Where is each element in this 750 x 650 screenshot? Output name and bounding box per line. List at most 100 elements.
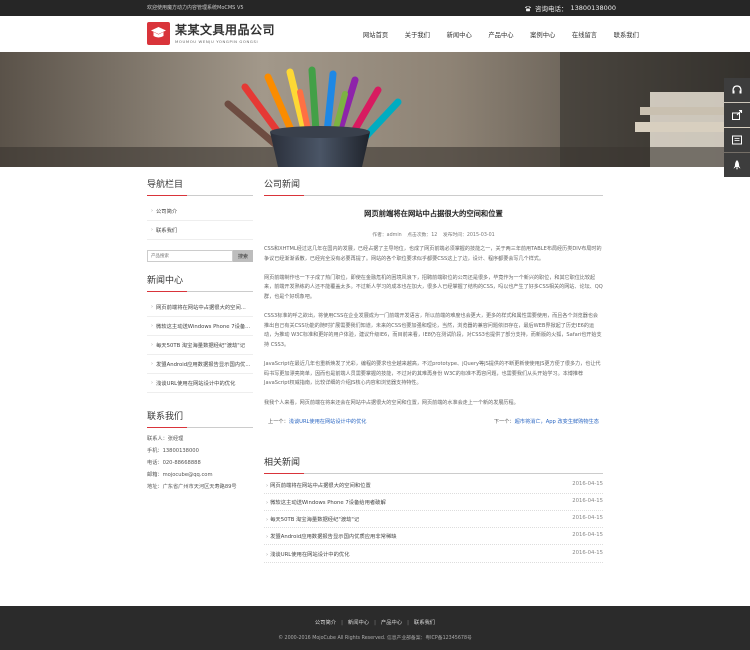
article-paragraph: CSS3标准的呼之欲出，将使用CSS在企业发展成为一门前端开发语言，所以前端的难… — [264, 313, 602, 348]
customer-service-button[interactable] — [724, 78, 750, 102]
nav-contact[interactable]: 联系我们 — [614, 30, 639, 39]
related-news-title-text: 发盟Android应用数据报告显示国内优质应用非常稀缺 — [270, 534, 397, 541]
phone-info: 咨询电话： 13800138000 — [524, 3, 616, 13]
footer-link-contact[interactable]: 联系我们 — [414, 620, 435, 626]
article-clicks: 点击次数：12 — [407, 233, 438, 238]
article-paragraph: 网页前端制作也一下子成了热门职位，即使在金融危机的困境风浪下，招聘前端职位的公司… — [264, 274, 603, 300]
pencils-photo — [0, 52, 750, 167]
next-label: 下一个： — [493, 418, 515, 425]
phone-icon — [524, 5, 532, 11]
related-news-list: › 网页前端将在网站中占据很大的空间和位置 2016-04-15 › 微软这主动送Wi… — [264, 477, 603, 563]
sidebar-news-item[interactable]: › 微软这主动送Windows Phone 7设备... — [147, 317, 253, 336]
next-article-link[interactable]: 超市将消亡，App 改变生鲜购物生态 — [515, 419, 599, 425]
related-news-row[interactable]: › 浅谈URL使用在网站设计中的优化 2016-04-15 — [264, 545, 603, 563]
article-title: 网页前端将在网站中占据很大的空间和位置 — [364, 209, 503, 218]
sidebar-item-label: 公司简介 — [156, 209, 178, 215]
chevron-right-icon: › — [151, 380, 153, 386]
prev-label: 上一个： — [268, 418, 289, 425]
chevron-right-icon: › — [266, 551, 269, 558]
sidebar-news-item[interactable]: › 浅谈URL使用在网站设计中的优化 — [147, 374, 253, 393]
related-news-title: 相关新闻 — [264, 455, 603, 474]
contact-person: 联系人：张经理 — [147, 435, 184, 442]
chevron-right-icon: › — [151, 361, 153, 367]
chevron-right-icon: › — [151, 342, 153, 348]
contact-card-button[interactable] — [724, 128, 750, 152]
floating-toolbar — [724, 78, 750, 178]
top-bar: 欢迎使用魔方动力内容管理系统MoCMS V5 咨询电话： 13800138000 — [0, 0, 750, 16]
article-meta: 作者：admin 点击次数：12 发布时间：2015-03-01 — [264, 231, 603, 238]
phone-number: 13800138000 — [570, 4, 617, 12]
nav-products[interactable]: 产品中心 — [488, 30, 513, 39]
related-news-title-text: 浅谈URL使用在网站设计中的优化 — [270, 551, 350, 558]
prev-next-nav: 上一个：浅谈URL使用在网站设计中的优化 下一个：超市将消亡，App 改变生鲜购… — [264, 418, 603, 425]
sidebar-contact: 联系我们 联系人：张经理 手机：13800138000 电话：020-88668… — [147, 409, 253, 493]
related-news-title-text: 微软这主动送Windows Phone 7设备给用者破解 — [270, 499, 386, 506]
related-news-row[interactable]: › 网页前端将在网站中占据很大的空间和位置 2016-04-15 — [264, 477, 603, 494]
phone-label: 咨询电话： — [535, 5, 568, 13]
rocket-icon — [733, 160, 741, 170]
contact-address: 地址：广东省广州市天河区天寿路89号 — [147, 484, 237, 491]
sidebar-nav-list: › 公司简介 › 联系我们 — [147, 202, 253, 240]
separator: | — [374, 620, 376, 626]
contact-mobile: 手机：13800138000 — [147, 447, 199, 454]
separator: | — [407, 620, 409, 626]
related-news-date: 2016-04-15 — [572, 532, 603, 539]
share-icon — [732, 109, 743, 120]
footer-link-about[interactable]: 公司简介 — [315, 620, 336, 626]
product-search: 搜索 — [147, 250, 253, 262]
footer-link-products[interactable]: 产品中心 — [381, 620, 402, 626]
news-item-label: 微软这主动送Windows Phone 7设备... — [156, 324, 251, 330]
footer-link-news[interactable]: 新闻中心 — [348, 620, 369, 626]
news-item-label: 网页前端将在网站中占据很大的空间... — [156, 305, 246, 311]
search-button[interactable]: 搜索 — [233, 250, 253, 262]
section-title: 公司新闻 — [264, 177, 603, 196]
related-news-row[interactable]: › 每天50TB 淘宝海量数据经纪"渡劫"记 2016-04-15 — [264, 511, 603, 529]
article-body: CSS和XHTML经过这几年在国内的发展，已经占据了主导地位，也成了网页前端必须… — [264, 245, 603, 408]
related-news-date: 2016-04-15 — [572, 480, 603, 487]
share-button[interactable] — [724, 103, 750, 127]
sidebar-item-contact[interactable]: › 联系我们 — [147, 221, 253, 240]
related-news-title-text: 网页前端将在网站中占据很大的空间和位置 — [270, 482, 371, 489]
contact-card-icon — [732, 135, 742, 145]
chevron-right-icon: › — [151, 304, 153, 310]
sidebar-item-label: 联系我们 — [156, 228, 178, 234]
news-item-label: 发盟Android应用数据报告显示国内优... — [156, 362, 251, 368]
sidebar-contact-title: 联系我们 — [147, 409, 253, 428]
news-item-label: 浅谈URL使用在网站设计中的优化 — [156, 381, 236, 387]
related-news-row[interactable]: › 发盟Android应用数据报告显示国内优质应用非常稀缺 2016-04-15 — [264, 528, 603, 546]
chevron-right-icon: › — [266, 482, 269, 489]
nav-home[interactable]: 网站首页 — [363, 30, 388, 39]
chevron-right-icon: › — [266, 499, 269, 506]
sidebar: 导航栏目 ›公司简介 ›联系我们 搜索 新闻中心 ›网页前端将在网站中占据很大的… — [147, 177, 253, 493]
sidebar-news-list: › 网页前端将在网站中占据很大的空间... › 微软这主动送Windows Phon… — [147, 298, 253, 393]
related-news-title-text: 每天50TB 淘宝海量数据经纪"渡劫"记 — [270, 517, 360, 524]
related-news-row[interactable]: › 微软这主动送Windows Phone 7设备给用者破解 2016-04-15 — [264, 494, 603, 512]
related-news-date: 2016-04-15 — [572, 549, 603, 556]
article-date: 发布时间：2015-03-01 — [442, 233, 495, 238]
sidebar-news-item[interactable]: › 网页前端将在网站中占据很大的空间... — [147, 298, 253, 317]
prev-article-link[interactable]: 浅谈URL使用在网站设计中的优化 — [289, 419, 367, 425]
contact-phone: 电话：020-88668888 — [147, 459, 201, 466]
search-input[interactable] — [147, 250, 233, 262]
sidebar-news-item[interactable]: › 发盟Android应用数据报告显示国内优... — [147, 355, 253, 374]
footer: 公司简介 | 新闻中心 | 产品中心 | 联系我们 © 2000-2016 MojoCube… — [0, 606, 750, 650]
next-article: 下一个：超市将消亡，App 改变生鲜购物生态 — [494, 418, 599, 425]
nav-news[interactable]: 新闻中心 — [447, 30, 472, 39]
related-news-date: 2016-04-15 — [572, 497, 603, 504]
nav-about[interactable]: 关于我们 — [405, 30, 430, 39]
copyright: © 2000-2016 MojoCube All Rights Reserved… — [278, 636, 472, 641]
nav-message[interactable]: 在线留言 — [572, 30, 597, 39]
logo[interactable]: 某某文具用品公司 MOUMOU WENJU YONGPIN GONGSI — [147, 22, 275, 45]
logo-icon — [147, 22, 170, 45]
back-to-top-button[interactable] — [724, 153, 750, 177]
sidebar-news-title: 新闻中心 — [147, 273, 253, 292]
prev-article: 上一个：浅谈URL使用在网站设计中的优化 — [268, 418, 367, 425]
hero-banner — [0, 52, 750, 167]
sidebar-item-company[interactable]: › 公司简介 — [147, 202, 253, 221]
nav-cases[interactable]: 案例中心 — [530, 30, 555, 39]
logo-name: 某某文具用品公司 — [175, 22, 276, 37]
header: 某某文具用品公司 MOUMOU WENJU YONGPIN GONGSI 网站首… — [0, 16, 750, 52]
chevron-right-icon: › — [151, 227, 153, 233]
article-paragraph: JavaScript在最近几年也重新焕发了光彩，编程的要求也全越来越高，不过pr… — [264, 361, 601, 387]
sidebar-news-item[interactable]: › 每天50TB 淘宝海量数据经纪"渡劫"记 — [147, 336, 253, 355]
